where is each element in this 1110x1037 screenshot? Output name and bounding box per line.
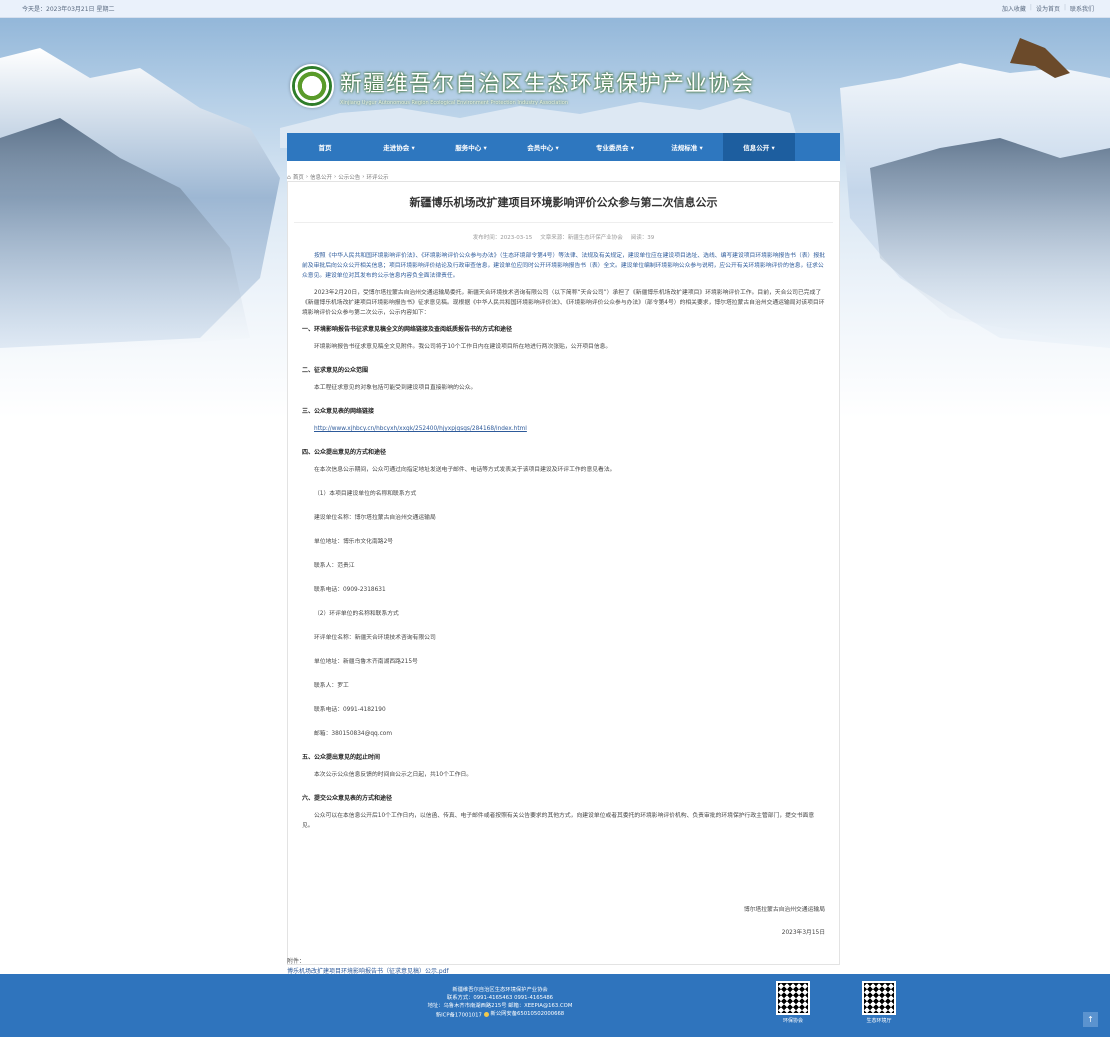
section-4-title: 四、公众提出意见的方式和途径 <box>302 449 387 456</box>
nav-committee[interactable]: 专业委员会 ▾ <box>579 133 651 161</box>
nav-service[interactable]: 服务中心 ▾ <box>435 133 507 161</box>
attachment-label: 附件： <box>287 958 306 965</box>
breadcrumb-sep: › <box>334 174 337 180</box>
article-meta: 发布时间：2023-03-15 文章来源：新疆生态环保产业协会 阅读：39 <box>294 222 833 241</box>
qr-association-label: 环保协会 <box>782 1018 803 1024</box>
article-body: 按照《中华人民共和国环境影响评价法》、《环境影响评价公众参与办法》（生态环境部令… <box>288 251 839 831</box>
divider: | <box>1063 4 1066 11</box>
article-source: 文章来源：新疆生态环保产业协会 <box>540 235 623 241</box>
home-icon: ⌂ <box>287 173 291 181</box>
qr-code-icon <box>776 981 810 1015</box>
eia-phone: 联系电话：0991-4182190 <box>314 707 386 713</box>
top-links: 加入收藏 | 设为首页 | 联系我们 <box>1002 4 1094 13</box>
add-favorite-link[interactable]: 加入收藏 <box>1002 4 1026 13</box>
builder-name: 建设单位名称：博尔塔拉蒙古自治州交通运输局 <box>314 515 436 521</box>
qr-department: 生态环境厅 <box>862 981 896 1024</box>
site-subtitle: Xinjiang Uygur Autonomous Region Ecologi… <box>340 100 568 106</box>
nav-regulations[interactable]: 法规标准 ▾ <box>651 133 723 161</box>
builder-contact-heading: （1）本项目建设单位的名称和联系方式 <box>314 491 417 497</box>
eia-email: 邮箱：380150834@qq.com <box>314 731 392 737</box>
signing-organization: 博尔塔拉蒙古自治州交通运输局 <box>743 907 825 913</box>
qr-association: 环保协会 <box>776 981 810 1024</box>
site-title: 新疆维吾尔自治区生态环境保护产业协会 <box>340 72 755 97</box>
footer-address: 地址：乌鲁木齐市南湖西路215号 邮箱：XEEPIA@163.COM <box>427 1003 573 1009</box>
section-1-body: 环境影响报告书征求意见稿全文见附件。我公司将于10个工作日内在建设项目所在地进行… <box>314 344 612 350</box>
article: 新疆博乐机场改扩建项目环境影响评价公众参与第二次信息公示 发布时间：2023-0… <box>287 181 840 965</box>
intro-paragraph-1: 按照《中华人民共和国环境影响评价法》、《环境影响评价公众参与办法》（生态环境部令… <box>302 253 825 279</box>
builder-contact-person: 联系人：范贵江 <box>314 563 355 569</box>
site-logo[interactable]: 新疆维吾尔自治区生态环境保护产业协会 Xinjiang Uygur Autono… <box>290 64 754 108</box>
signing-date: 2023年3月15日 <box>781 930 825 936</box>
police-record[interactable]: 新公网安备65010502000668 <box>483 1010 565 1018</box>
builder-address: 单位地址：博乐市文化南路2号 <box>314 539 394 545</box>
set-homepage-link[interactable]: 设为首页 <box>1036 4 1060 13</box>
section-4-body: 在本次信息公示期间，公众可通过向指定地址发送电子邮件、电话等方式发表关于该项目建… <box>314 467 616 473</box>
main-content: ⌂ 首页 › 信息公开 › 公示公告 › 环评公示 新疆博乐机场改扩建项目环境影… <box>287 161 840 975</box>
section-2-title: 二、征求意见的公众范围 <box>302 367 369 374</box>
qr-code-icon <box>862 981 896 1015</box>
breadcrumb-info[interactable]: 信息公开 <box>310 173 332 181</box>
attachment: 附件： 博乐机场改扩建项目环境影响报告书（征求意见稿）公示.pdf <box>287 956 449 975</box>
top-bar: 今天是：2023年03月21日 星期二 加入收藏 | 设为首页 | 联系我们 <box>0 0 1110 18</box>
breadcrumb: ⌂ 首页 › 信息公开 › 公示公告 › 环评公示 <box>287 173 388 182</box>
breadcrumb-home[interactable]: 首页 <box>293 173 304 181</box>
footer-org: 新疆维吾尔自治区生态环境保护产业协会 <box>452 987 548 993</box>
eia-contact-heading: （2）环评单位的名称和联系方式 <box>314 611 399 617</box>
contact-us-link[interactable]: 联系我们 <box>1070 4 1094 13</box>
association-emblem-icon <box>290 64 334 108</box>
section-5-title: 五、公众提出意见的起止时间 <box>302 754 381 761</box>
section-1-title: 一、环境影响报告书征求意见稿全文的网络链接及查阅纸质报告书的方式和途径 <box>302 326 513 333</box>
today-date: 今天是：2023年03月21日 星期二 <box>22 6 115 13</box>
signature: 博尔塔拉蒙古自治州交通运输局 2023年3月15日 <box>744 904 825 950</box>
nav-members[interactable]: 会员中心 ▾ <box>507 133 579 161</box>
publish-time: 发布时间：2023-03-15 <box>472 235 533 241</box>
eia-address: 单位地址：新疆乌鲁木齐南湖西路215号 <box>314 659 418 665</box>
back-to-top-button[interactable]: ↑ <box>1083 1012 1098 1027</box>
main-nav: 首页 走进协会 ▾ 服务中心 ▾ 会员中心 ▾ 专业委员会 ▾ 法规标准 ▾ 信… <box>287 133 840 161</box>
police-badge-icon <box>483 1011 489 1017</box>
breadcrumb-sep: › <box>362 174 365 180</box>
nav-home[interactable]: 首页 <box>287 133 363 161</box>
intro-paragraph-2: 2023年2月20日，受博尔塔拉蒙古自治州交通运输局委托，新疆天合环境技术咨询有… <box>302 290 825 316</box>
footer-phone: 联系方式：0991-4165463 0991-4165486 <box>446 995 554 1001</box>
eia-name: 环评单位名称：新疆天合环境技术咨询有限公司 <box>314 635 436 641</box>
breadcrumb-sep: › <box>305 174 309 180</box>
public-opinion-form-link[interactable]: http://www.xjhbcy.cn/hbcyxh/xxgk/252400/… <box>314 426 527 432</box>
breadcrumb-notices[interactable]: 公示公告 <box>338 173 360 181</box>
nav-info-public[interactable]: 信息公开 ▾ <box>723 133 795 161</box>
eia-contact-person: 联系人：罗工 <box>314 683 349 689</box>
police-record-text: 新公网安备65010502000668 <box>490 1011 565 1017</box>
section-2-body: 本工程征求意见的对象包括可能受到建设项目直接影响的公众。 <box>314 385 477 391</box>
arrow-up-icon: ↑ <box>1087 1015 1094 1024</box>
article-title: 新疆博乐机场改扩建项目环境影响评价公众参与第二次信息公示 <box>409 196 718 209</box>
divider: | <box>1029 4 1032 11</box>
footer-info: 新疆维吾尔自治区生态环境保护产业协会 联系方式：0991-4165463 099… <box>390 986 610 1020</box>
section-3-title: 三、公众意见表的网络链接 <box>302 408 375 415</box>
view-count: 阅读：39 <box>630 235 655 241</box>
icp-record[interactable]: 新ICP备17001017 <box>436 1013 482 1019</box>
section-5-body: 本次公示公众信息反馈的时间自公示之日起，共10个工作日。 <box>314 772 473 778</box>
breadcrumb-eia[interactable]: 环评公示 <box>366 173 388 181</box>
qr-department-label: 生态环境厅 <box>866 1018 892 1024</box>
nav-about[interactable]: 走进协会 ▾ <box>363 133 435 161</box>
section-6-title: 六、提交公众意见表的方式和途径 <box>302 795 393 802</box>
section-6-body: 公众可以在本信息公开后10个工作日内，以信函、传真、电子邮件或者按照有关公告要求… <box>302 813 815 829</box>
builder-phone: 联系电话：0909-2318631 <box>314 587 386 593</box>
footer: 新疆维吾尔自治区生态环境保护产业协会 联系方式：0991-4165463 099… <box>0 974 1110 1037</box>
